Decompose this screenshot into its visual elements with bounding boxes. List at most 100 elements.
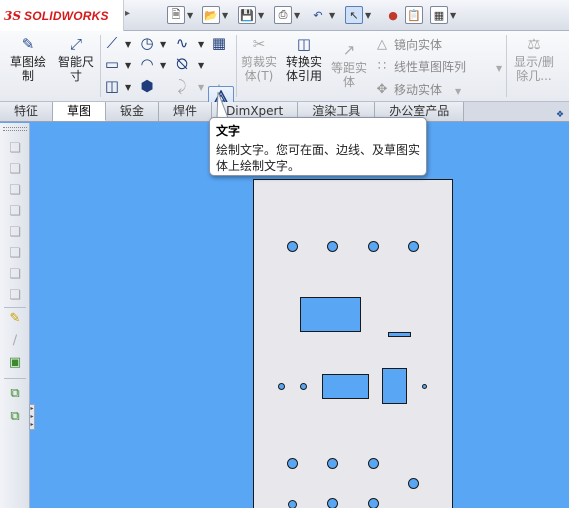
move-entities-button[interactable]: ✥ 移动实体	[374, 81, 442, 98]
new-document-button[interactable]: 🗎 ▼	[167, 5, 193, 25]
trim-button[interactable]: ✂ 剪裁实 体(T)	[238, 31, 280, 101]
slot-icon[interactable]: ◫	[103, 77, 121, 95]
options-icon: ▦	[430, 6, 448, 24]
separator	[506, 35, 507, 97]
tab-sketch[interactable]: 草图	[53, 102, 107, 121]
add-relation-icon[interactable]: ▣	[7, 355, 23, 371]
options-button[interactable]: ▦ ▼	[430, 5, 456, 25]
view-cube-icon[interactable]: ❏	[7, 225, 23, 241]
move-dropdown-icon[interactable]: ▼	[455, 87, 461, 96]
view-cube-icon[interactable]: ❏	[7, 141, 23, 157]
hole[interactable]	[408, 241, 419, 252]
sketch-icon: ✎	[21, 35, 35, 53]
toolbar-grip[interactable]	[3, 127, 27, 131]
slot-dropdown-icon[interactable]: ▼	[125, 83, 131, 92]
spline-icon[interactable]: ∿	[173, 34, 191, 52]
save-button[interactable]: 💾 ▼	[238, 5, 264, 25]
file-properties-button[interactable]: 📋	[405, 5, 423, 25]
view-cube-icon[interactable]: ❏	[7, 246, 23, 262]
view-cube-icon[interactable]: ❏	[7, 162, 23, 178]
mirror-entities-button[interactable]: △ 镜向实体	[374, 36, 442, 53]
slot-cutout[interactable]	[388, 332, 411, 337]
hole[interactable]	[368, 458, 379, 469]
undo-button[interactable]: ↶ ▼	[309, 5, 335, 25]
grid-icon[interactable]: ▦	[210, 34, 228, 52]
undo-dropdown-icon[interactable]: ▼	[329, 11, 335, 20]
hole[interactable]	[368, 498, 379, 508]
more-tools-button[interactable]: ⋮	[561, 31, 569, 101]
line-icon[interactable]: ⟋	[103, 34, 121, 52]
sketch-edit-icon[interactable]: ✎	[7, 311, 23, 327]
rect-cutout[interactable]	[322, 374, 369, 399]
view-cube-icon[interactable]: ❏	[7, 204, 23, 220]
hole[interactable]	[287, 458, 298, 469]
print-button[interactable]: ⎙ ▼	[274, 5, 300, 25]
polygon-icon[interactable]: ⬢	[138, 77, 156, 95]
arc-dropdown-icon[interactable]: ▼	[160, 61, 166, 70]
panel-collapse-handle[interactable]: ▸ ▸ ▸	[29, 404, 35, 430]
rect-cutout[interactable]	[300, 297, 361, 332]
offset-entities-label: 等距实 体	[330, 61, 367, 89]
new-dropdown-icon[interactable]: ▼	[187, 11, 193, 20]
line-dropdown-icon[interactable]: ▼	[125, 40, 131, 49]
open-button[interactable]: 📂 ▼	[202, 5, 228, 25]
tab-sheet-metal[interactable]: 钣金	[106, 102, 160, 121]
separator	[4, 378, 26, 379]
hole[interactable]	[368, 241, 379, 252]
open-dropdown-icon[interactable]: ▼	[222, 11, 228, 20]
smart-dimension-button[interactable]: ⤢ 智能尺 寸	[52, 31, 100, 101]
hole[interactable]	[287, 241, 298, 252]
circle-dropdown-icon[interactable]: ▼	[160, 40, 166, 49]
tooltip-pointer-icon	[216, 92, 229, 118]
options-dropdown-icon[interactable]: ▼	[450, 11, 456, 20]
solidworks-logo[interactable]: 3S SOLIDWORKS	[0, 0, 124, 31]
sketch-plate[interactable]	[253, 179, 453, 508]
spline-dropdown-icon[interactable]: ▼	[198, 40, 204, 49]
hole[interactable]	[327, 498, 338, 508]
hole[interactable]	[327, 241, 338, 252]
rebuild-button[interactable]: ●	[384, 5, 402, 25]
arc-icon[interactable]: ◠	[138, 55, 156, 73]
view-cube-icon[interactable]: ❏	[7, 183, 23, 199]
fillet-icon[interactable]: ⤸	[173, 77, 191, 95]
view-cube-icon[interactable]: ❏	[7, 288, 23, 304]
linear-pattern-dropdown-icon[interactable]: ▼	[496, 64, 502, 73]
layer-icon[interactable]: ⧉	[7, 386, 23, 402]
circle-icon[interactable]: ◷	[138, 34, 156, 52]
hole[interactable]	[278, 383, 285, 390]
select-button[interactable]: ↖ ▼	[345, 5, 371, 25]
rect-cutout[interactable]	[382, 368, 407, 404]
viewport-corner-icon[interactable]: ❖	[556, 110, 566, 120]
logo-text: SOLIDWORKS	[24, 8, 109, 23]
hole[interactable]	[300, 383, 307, 390]
print-dropdown-icon[interactable]: ▼	[294, 11, 300, 20]
rebuild-traffic-light-icon: ●	[388, 8, 398, 22]
sketch-button[interactable]: ✎ 草图绘 制	[6, 31, 50, 101]
ellipse-dropdown-icon[interactable]: ▼	[198, 61, 204, 70]
ellipse-icon[interactable]: ⦰	[173, 55, 191, 73]
display-delete-relations-button[interactable]: ⚖ 显示/删 除几...	[509, 31, 559, 101]
hole[interactable]	[288, 500, 297, 508]
select-dropdown-icon[interactable]: ▼	[365, 11, 371, 20]
hole[interactable]	[327, 458, 338, 469]
save-dropdown-icon[interactable]: ▼	[258, 11, 264, 20]
offset-entities-button[interactable]: ↗ 等距实 体	[328, 31, 370, 101]
more-tools-icon: ⋮	[561, 35, 569, 53]
linear-pattern-button[interactable]: ∷ 线性草图阵列	[374, 58, 466, 75]
hole[interactable]	[422, 384, 427, 389]
rectangle-dropdown-icon[interactable]: ▼	[125, 61, 131, 70]
menu-expand-arrow-icon[interactable]: ▸	[125, 8, 133, 22]
tab-weldments[interactable]: 焊件	[159, 102, 213, 121]
save-icon: 💾	[238, 6, 256, 24]
tab-features[interactable]: 特征	[0, 102, 54, 121]
rectangle-icon[interactable]: ▭	[103, 55, 121, 73]
separator	[100, 35, 101, 97]
view-cube-icon[interactable]: ❏	[7, 267, 23, 283]
fillet-dropdown-icon[interactable]: ▼	[198, 83, 204, 92]
convert-entities-button[interactable]: ◫ 转换实 体引用	[282, 31, 326, 101]
smart-dimension-icon[interactable]: ∕	[7, 333, 23, 349]
tooltip-title: 文字	[216, 124, 241, 138]
move-label: 移动实体	[394, 83, 443, 97]
layer-icon[interactable]: ⧉	[7, 409, 23, 425]
hole[interactable]	[408, 478, 419, 489]
